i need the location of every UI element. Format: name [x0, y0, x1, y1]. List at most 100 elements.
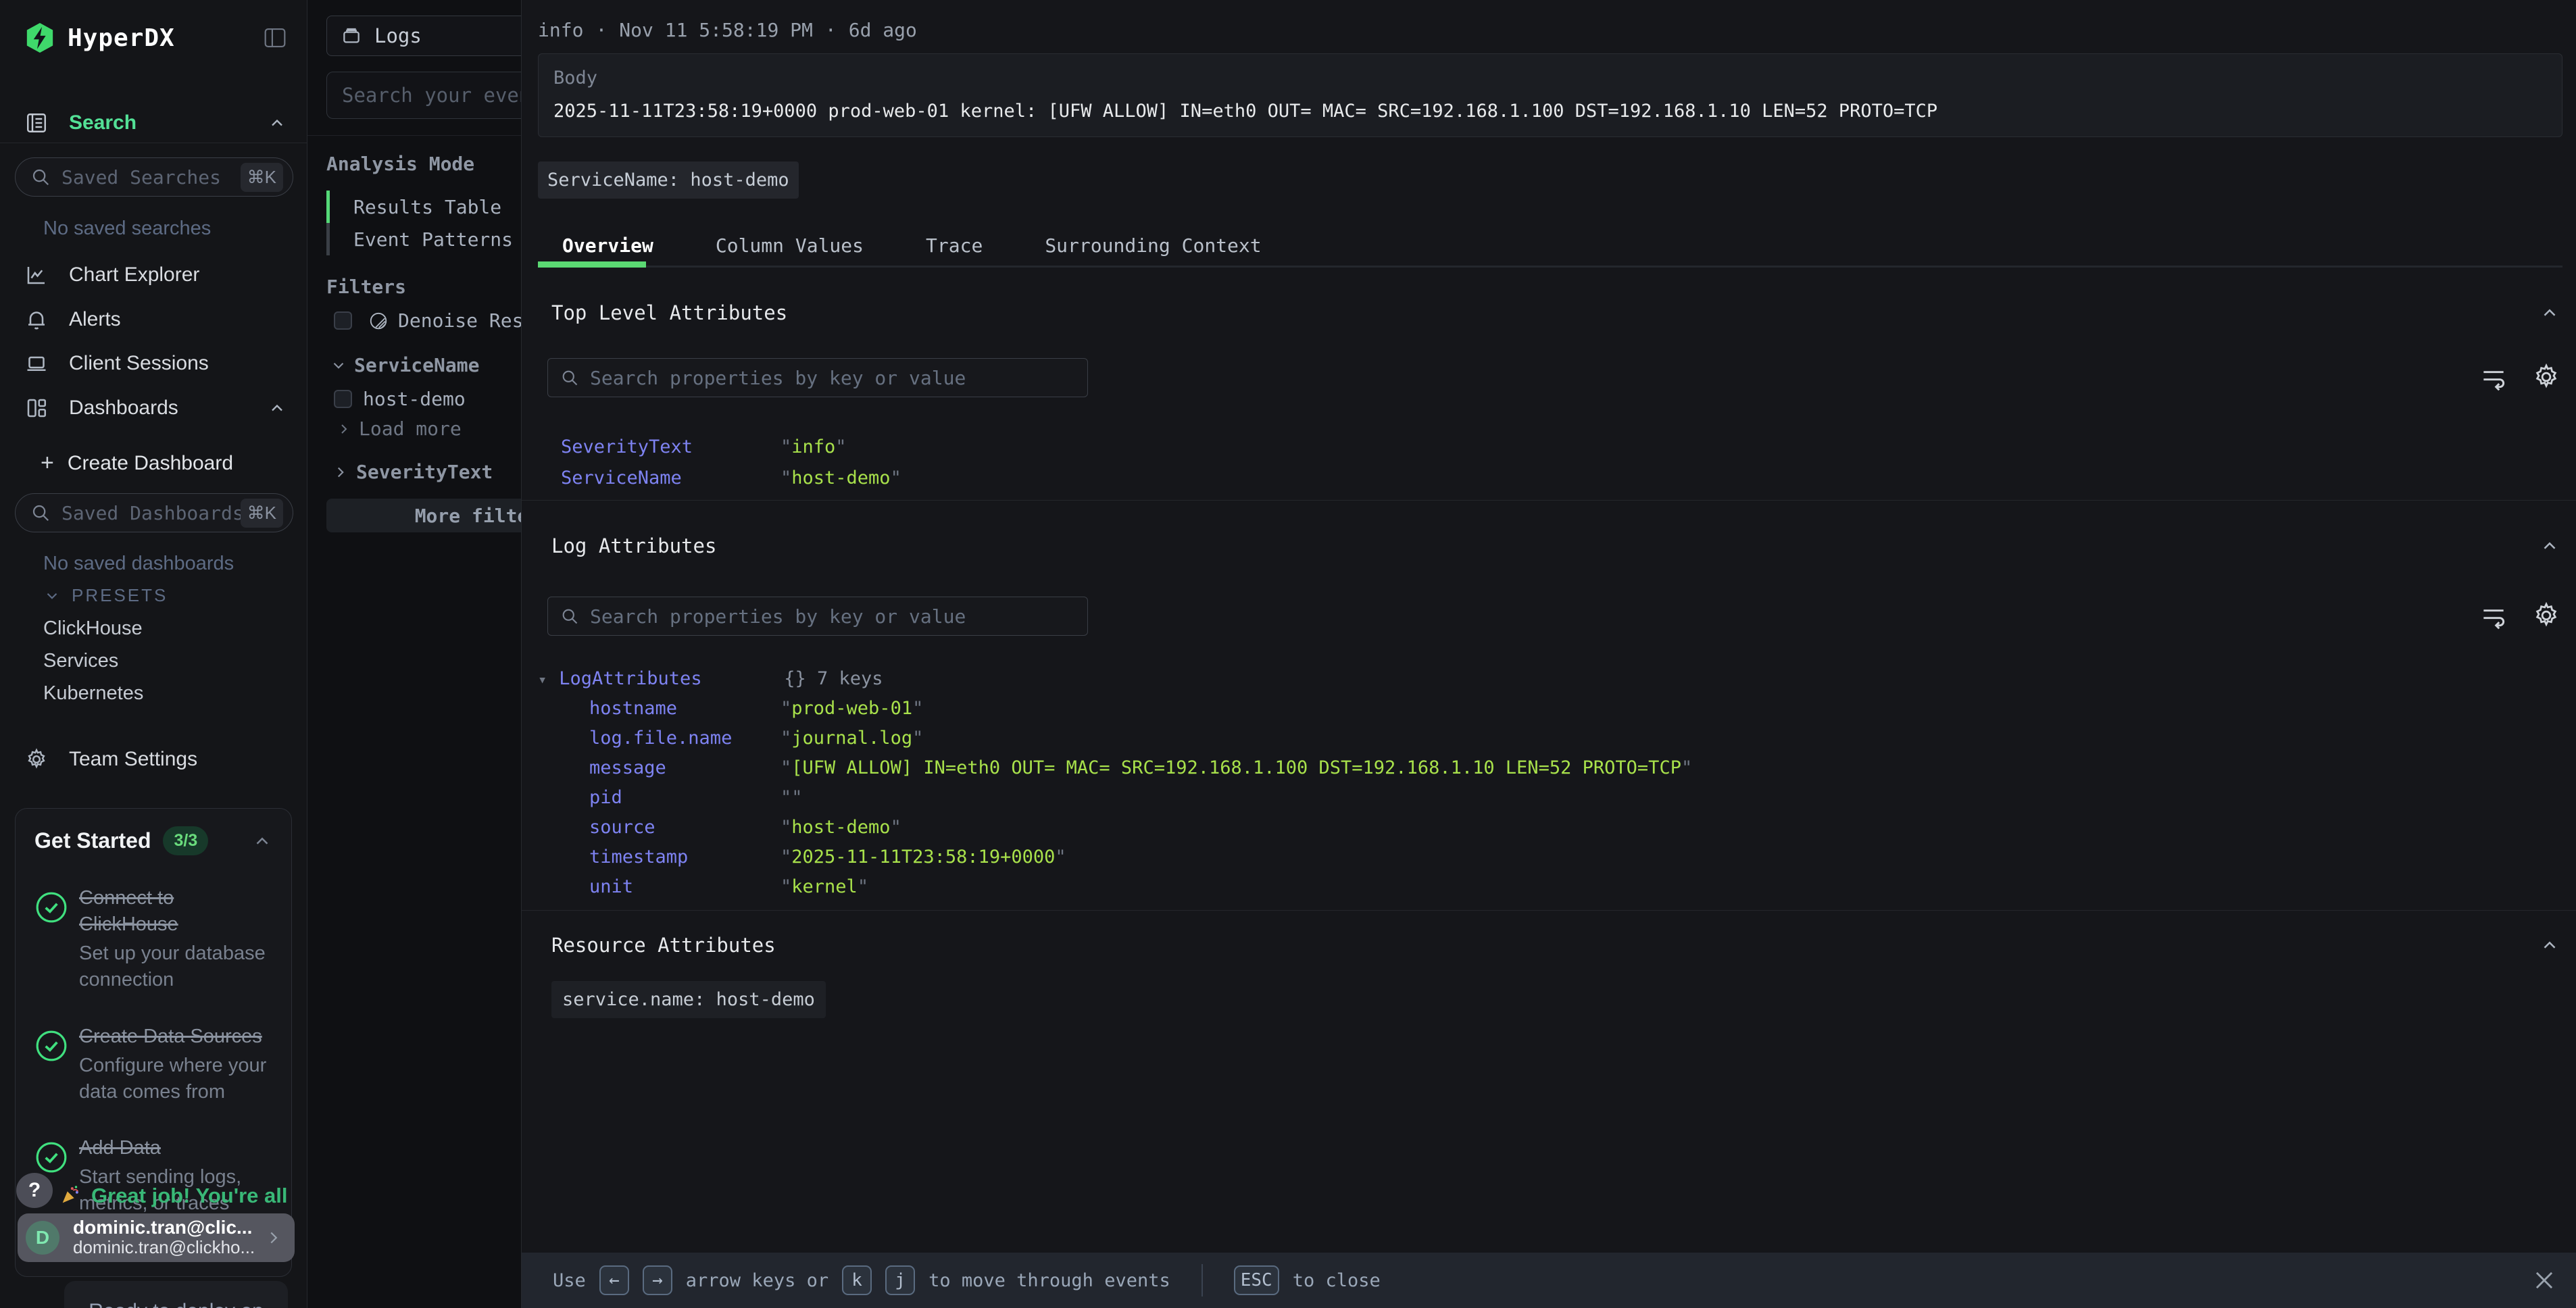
- event-search-input[interactable]: Search your event: [326, 72, 521, 119]
- body-card: Body 2025-11-11T23:58:19+0000 prod-web-0…: [538, 53, 2562, 137]
- sidebar-item-client-sessions[interactable]: Client Sessions: [24, 347, 287, 380]
- mode-results-table[interactable]: Results Table: [326, 191, 501, 223]
- sidebar-item-alerts[interactable]: Alerts: [24, 303, 287, 336]
- saved-searches-input[interactable]: Saved Searches ⌘K: [15, 157, 293, 197]
- attribute-value[interactable]: [UFW ALLOW] IN=eth0 OUT= MAC= SRC=192.16…: [781, 757, 1692, 778]
- tab-column-values[interactable]: Column Values: [716, 234, 864, 257]
- preset-clickhouse[interactable]: ClickHouse: [43, 618, 143, 640]
- saved-dashboards-input[interactable]: Saved Dashboards ⌘K: [15, 493, 293, 532]
- plus-icon: +: [41, 450, 54, 476]
- j-key[interactable]: j: [885, 1265, 915, 1295]
- wrap-lines-icon[interactable]: [2479, 362, 2508, 392]
- search-placeholder: Search properties by key or value: [590, 605, 966, 628]
- tree-expand-icon[interactable]: ▾: [538, 672, 547, 688]
- denoise-filter[interactable]: Denoise Resul: [334, 309, 521, 332]
- attribute-row[interactable]: log.file.name journal.log: [538, 728, 2562, 752]
- attribute-value[interactable]: kernel: [781, 876, 868, 897]
- attribute-row[interactable]: message [UFW ALLOW] IN=eth0 OUT= MAC= SR…: [538, 757, 2562, 782]
- active-mode-indicator: [326, 191, 330, 223]
- chevron-up-icon[interactable]: [268, 114, 287, 132]
- source-select[interactable]: Logs: [326, 16, 521, 56]
- filter-group-servicename[interactable]: ServiceName: [330, 354, 479, 376]
- collapse-section-icon[interactable]: [2540, 935, 2560, 955]
- log-attrs-search-input[interactable]: Search properties by key or value: [547, 597, 1088, 636]
- attribute-value[interactable]: [781, 787, 803, 808]
- attribute-key[interactable]: pid: [589, 787, 781, 808]
- attribute-key[interactable]: unit: [589, 876, 781, 897]
- sidebar-item-dashboards[interactable]: Dashboards: [24, 392, 287, 424]
- chevron-down-icon: [330, 357, 347, 374]
- gear-icon[interactable]: [2531, 601, 2561, 630]
- preset-kubernetes[interactable]: Kubernetes: [43, 682, 143, 705]
- footer-text: to move through events: [928, 1270, 1170, 1291]
- top-level-search-input[interactable]: Search properties by key or value: [547, 358, 1088, 397]
- sidebar-item-team-settings[interactable]: Team Settings: [24, 743, 287, 776]
- sidebar-item-search[interactable]: Search: [24, 107, 287, 139]
- wrap-lines-icon[interactable]: [2479, 601, 2508, 630]
- chevron-right-icon: [336, 421, 352, 437]
- sidebar-item-label: Client Sessions: [69, 352, 209, 375]
- tab-surrounding-context[interactable]: Surrounding Context: [1045, 234, 1261, 257]
- preset-services[interactable]: Services: [43, 650, 118, 672]
- attribute-row[interactable]: source host-demo: [538, 817, 2562, 841]
- attribute-key[interactable]: log.file.name: [589, 728, 781, 749]
- filter-value-host-demo[interactable]: host-demo: [334, 388, 466, 410]
- user-menu[interactable]: D dominic.tran@clic... dominic.tran@clic…: [18, 1213, 295, 1262]
- tree-root-row[interactable]: ▾ LogAttributes {} 7 keys: [538, 668, 2562, 693]
- presets-toggle[interactable]: PRESETS: [43, 585, 168, 606]
- left-arrow-key[interactable]: ←: [599, 1265, 629, 1295]
- attribute-key[interactable]: timestamp: [589, 847, 781, 867]
- filter-group-severitytext[interactable]: SeverityText: [332, 461, 493, 483]
- close-icon[interactable]: [2531, 1267, 2557, 1293]
- checklist-item-connect[interactable]: Connect to ClickHouse Set up your databa…: [34, 885, 272, 994]
- attribute-value[interactable]: host-demo: [781, 468, 901, 488]
- attribute-key[interactable]: message: [589, 757, 781, 778]
- footer-text: arrow keys or: [686, 1270, 828, 1291]
- help-button[interactable]: ?: [16, 1173, 53, 1208]
- search-journal-icon: [24, 111, 51, 135]
- load-more[interactable]: Load more: [336, 418, 462, 440]
- attribute-row[interactable]: ServiceName host-demo: [538, 468, 2562, 490]
- k-key[interactable]: k: [842, 1265, 872, 1295]
- attribute-row[interactable]: SeverityText info: [538, 436, 2562, 459]
- right-arrow-key[interactable]: →: [643, 1265, 672, 1295]
- esc-key[interactable]: ESC: [1234, 1265, 1279, 1295]
- attribute-key[interactable]: LogAttributes: [559, 668, 766, 689]
- sidebar: HyperDX Search Saved Searches ⌘K No save…: [0, 0, 307, 1308]
- checklist-item-sources[interactable]: Create Data Sources Configure where your…: [34, 1024, 272, 1105]
- section-divider: [522, 500, 2576, 501]
- attribute-key[interactable]: SeverityText: [561, 436, 781, 457]
- gear-icon[interactable]: [2531, 362, 2561, 392]
- no-saved-searches-note: No saved searches: [43, 218, 211, 240]
- tab-overview[interactable]: Overview: [562, 234, 653, 257]
- resource-attributes-header: Resource Attributes: [538, 934, 2562, 957]
- attribute-value[interactable]: 2025-11-11T23:58:19+0000: [781, 847, 1066, 867]
- top-level-attributes-header: Top Level Attributes: [538, 301, 2562, 324]
- collapse-section-icon[interactable]: [2540, 536, 2560, 556]
- attribute-row[interactable]: hostname prod-web-01: [538, 698, 2562, 722]
- mode-event-patterns[interactable]: Event Patterns: [326, 223, 513, 255]
- create-dashboard-button[interactable]: + Create Dashboard: [41, 450, 233, 476]
- resource-attribute-chip[interactable]: service.name: host-demo: [551, 981, 826, 1018]
- attribute-value[interactable]: host-demo: [781, 817, 901, 838]
- attribute-value[interactable]: info: [781, 436, 847, 457]
- tab-trace[interactable]: Trace: [926, 234, 983, 257]
- attribute-row[interactable]: timestamp 2025-11-11T23:58:19+0000: [538, 847, 2562, 871]
- checkbox[interactable]: [334, 390, 352, 408]
- checkbox[interactable]: [334, 311, 352, 330]
- chevron-up-icon[interactable]: [252, 831, 272, 851]
- attribute-row[interactable]: pid: [538, 787, 2562, 811]
- attribute-key[interactable]: hostname: [589, 698, 781, 719]
- chevron-up-icon[interactable]: [268, 399, 287, 418]
- sidebar-item-chart-explorer[interactable]: Chart Explorer: [24, 259, 287, 291]
- attribute-key[interactable]: source: [589, 817, 781, 838]
- servicename-tag[interactable]: ServiceName: host-demo: [538, 161, 799, 199]
- attribute-row[interactable]: unit kernel: [538, 876, 2562, 901]
- attribute-value[interactable]: prod-web-01: [781, 698, 923, 719]
- deploy-note-card: Ready to deploy on: [64, 1281, 288, 1308]
- attribute-value[interactable]: journal.log: [781, 728, 923, 749]
- collapse-sidebar-icon[interactable]: [264, 28, 287, 48]
- attribute-key[interactable]: ServiceName: [561, 468, 781, 488]
- more-filters-button[interactable]: More filte: [326, 499, 521, 532]
- collapse-section-icon[interactable]: [2540, 303, 2560, 323]
